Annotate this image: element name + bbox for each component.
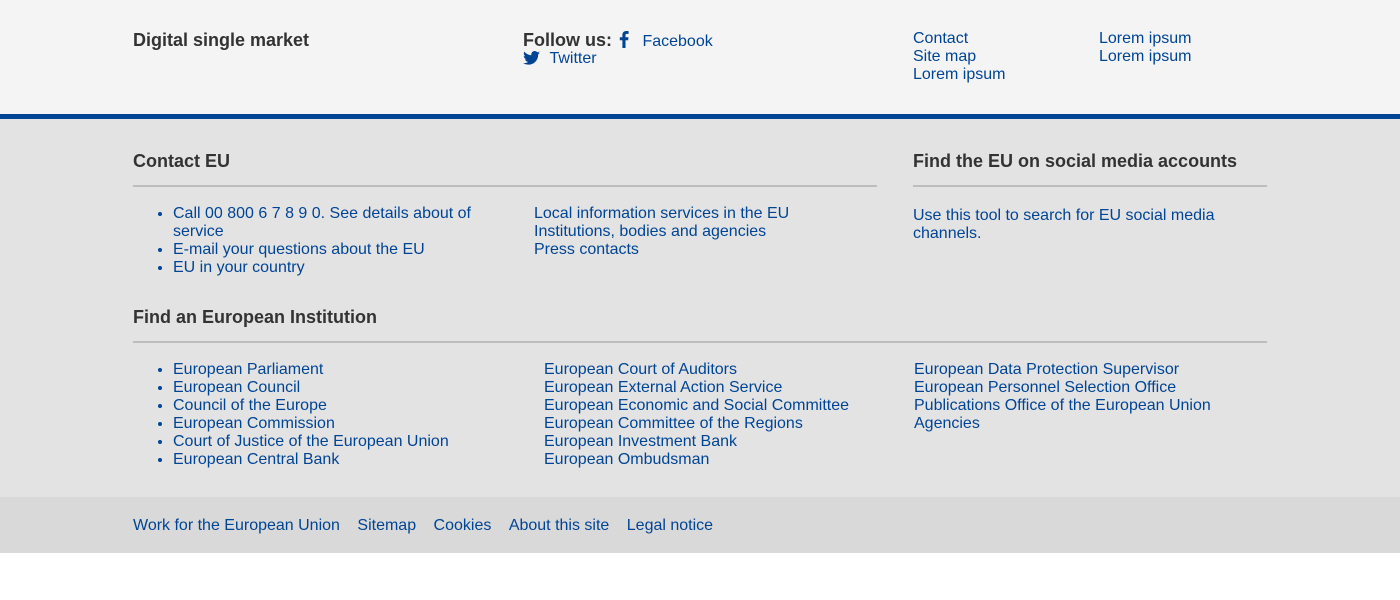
institution-link[interactable]: European Investment Bank: [544, 433, 737, 450]
institution-link[interactable]: European Committee of the Regions: [544, 415, 803, 432]
institutions-divider: [133, 341, 1267, 343]
legal-notice-link[interactable]: Legal notice: [627, 517, 713, 534]
institution-link[interactable]: European Council: [173, 379, 300, 396]
social-media-tool-link[interactable]: Use this tool to search for EU social me…: [913, 207, 1243, 243]
contact-link[interactable]: Contact: [913, 30, 968, 47]
follow-label: Follow us:: [523, 30, 612, 50]
cookies-link[interactable]: Cookies: [434, 517, 492, 534]
twitter-label: Twitter: [549, 50, 597, 67]
top-links-col1: Contact Site map Lorem ipsum: [913, 30, 1005, 84]
facebook-icon: [619, 31, 629, 50]
institutions-col3: European Data Protection Supervisor Euro…: [914, 361, 1211, 433]
sitemap-link[interactable]: Sitemap: [357, 517, 416, 534]
institutions-col2: European Court of Auditors European Exte…: [544, 361, 849, 469]
lorem-ipsum-link[interactable]: Lorem ipsum: [1099, 48, 1191, 65]
press-contacts-link[interactable]: Press contacts: [534, 241, 639, 258]
email-questions-link[interactable]: E-mail your questions about the EU: [173, 241, 425, 258]
institutions-col1: European Parliament European Council Cou…: [133, 361, 449, 469]
about-this-site-link[interactable]: About this site: [509, 517, 610, 534]
institutions-bodies-link[interactable]: Institutions, bodies and agencies: [534, 223, 766, 240]
institution-link[interactable]: Court of Justice of the European Union: [173, 433, 449, 450]
lorem-ipsum-link[interactable]: Lorem ipsum: [913, 66, 1005, 83]
list-item: E-mail your questions about the EU: [173, 241, 493, 259]
institution-link[interactable]: European Court of Auditors: [544, 361, 737, 378]
facebook-label: Facebook: [642, 33, 713, 50]
contact-list-left: Call 00 800 6 7 8 9 0. See details about…: [133, 205, 493, 277]
lorem-ipsum-link[interactable]: Lorem ipsum: [1099, 30, 1191, 47]
list-item: Call 00 800 6 7 8 9 0. See details about…: [173, 205, 493, 241]
twitter-icon: [523, 50, 540, 67]
contact-list-right: Local information services in the EU Ins…: [534, 205, 789, 259]
list-item: European Council: [173, 379, 449, 397]
list-item: European Central Bank: [173, 451, 449, 469]
contact-eu-heading: Contact EU: [133, 151, 231, 171]
footer-top-band: Digital single market Follow us: Faceboo…: [0, 0, 1400, 119]
contact-divider: [133, 185, 877, 187]
site-name: Digital single market: [133, 30, 310, 50]
bottom-links: Work for the European Union Sitemap Cook…: [133, 517, 726, 535]
institution-link[interactable]: European Parliament: [173, 361, 323, 378]
list-item: European Commission: [173, 415, 449, 433]
footer-main-band: Contact EU Call 00 800 6 7 8 9 0. See de…: [0, 119, 1400, 497]
institution-link[interactable]: European Data Protection Supervisor: [914, 361, 1179, 378]
social-media-divider: [913, 185, 1267, 187]
twitter-link[interactable]: Twitter: [523, 50, 597, 68]
facebook-link[interactable]: Facebook: [619, 31, 713, 51]
institution-link[interactable]: European External Action Service: [544, 379, 782, 396]
list-item: European Parliament: [173, 361, 449, 379]
institution-link[interactable]: Council of the Europe: [173, 397, 327, 414]
list-item: Council of the Europe: [173, 397, 449, 415]
agencies-link[interactable]: Agencies: [914, 415, 980, 432]
institution-link[interactable]: European Central Bank: [173, 451, 339, 468]
list-item: Court of Justice of the European Union: [173, 433, 449, 451]
footer-bottom-band: Work for the European Union Sitemap Cook…: [0, 497, 1400, 553]
institutions-heading: Find an European Institution: [133, 307, 377, 327]
follow-us: Follow us: Facebook Twitter: [523, 30, 713, 67]
institution-link[interactable]: European Personnel Selection Office: [914, 379, 1176, 396]
institution-link[interactable]: European Economic and Social Committee: [544, 397, 849, 414]
eu-in-your-country-link[interactable]: EU in your country: [173, 259, 305, 276]
call-service-link[interactable]: Call 00 800 6 7 8 9 0. See details about…: [173, 205, 471, 240]
institution-link[interactable]: Publications Office of the European Unio…: [914, 397, 1211, 414]
institution-link[interactable]: European Ombudsman: [544, 451, 709, 468]
work-for-eu-link[interactable]: Work for the European Union: [133, 517, 340, 534]
institution-link[interactable]: European Commission: [173, 415, 335, 432]
site-map-link[interactable]: Site map: [913, 48, 976, 65]
local-info-services-link[interactable]: Local information services in the EU: [534, 205, 789, 222]
social-media-heading: Find the EU on social media accounts: [913, 151, 1238, 171]
top-links-col2: Lorem ipsum Lorem ipsum: [1099, 30, 1191, 66]
list-item: EU in your country: [173, 259, 493, 277]
